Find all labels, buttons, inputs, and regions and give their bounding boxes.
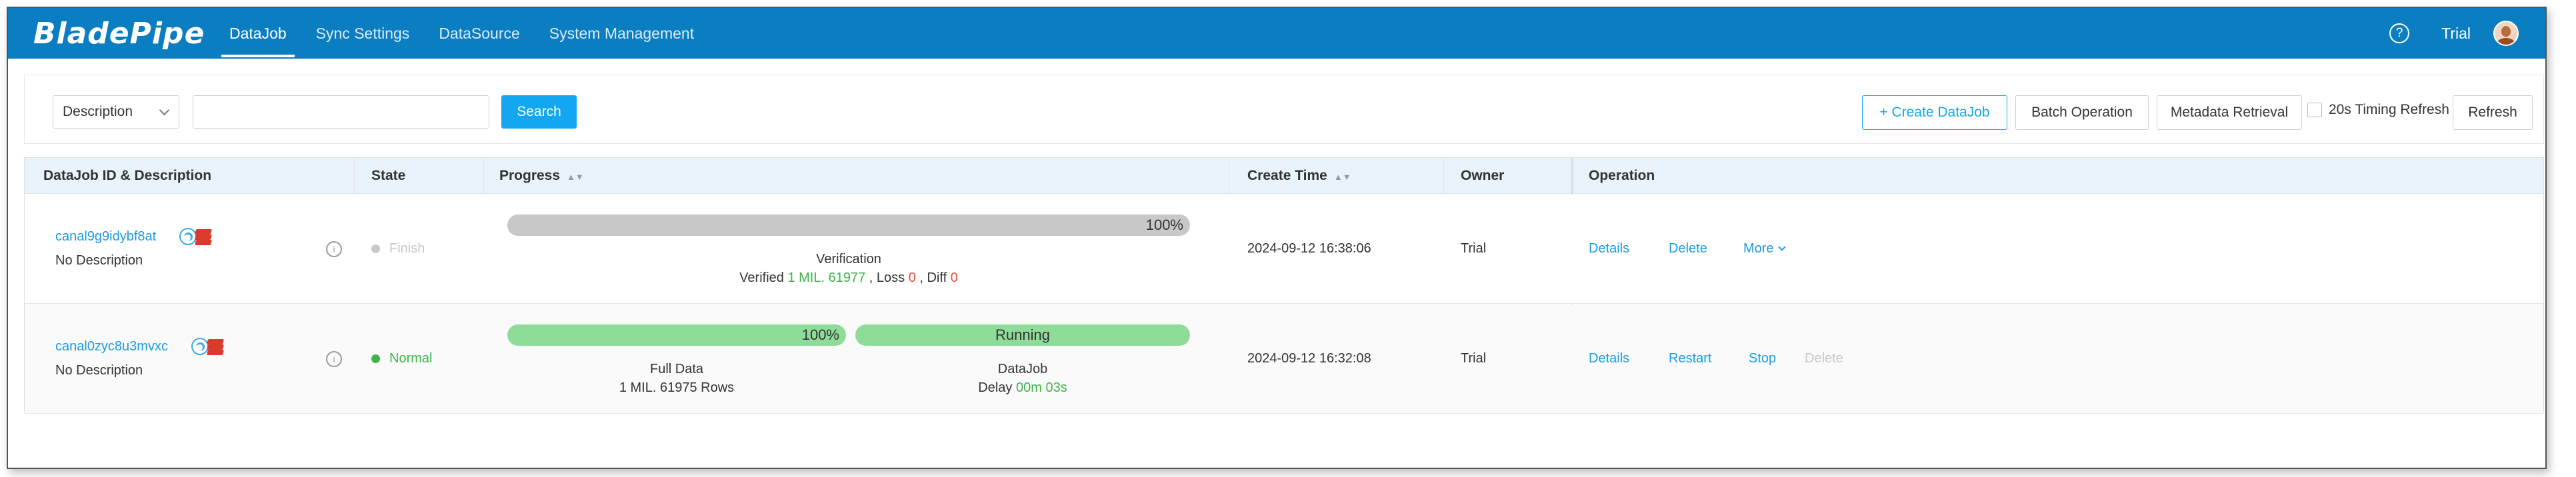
loss-count[interactable]: 0 bbox=[909, 270, 916, 285]
chevron-down-icon bbox=[159, 105, 170, 116]
info-icon[interactable]: i bbox=[326, 351, 342, 367]
datajob-id-link[interactable]: canal9g9idybf8at bbox=[55, 229, 156, 244]
diff-prefix: , Diff bbox=[919, 270, 947, 285]
status-badge: Finish bbox=[371, 241, 425, 256]
stop-link[interactable]: Stop bbox=[1749, 351, 1776, 366]
timing-refresh-label: 20s Timing Refresh bbox=[2329, 102, 2449, 117]
status-text: Normal bbox=[389, 351, 433, 366]
refresh-button[interactable]: Refresh bbox=[2453, 95, 2533, 130]
create-time: 2024-09-12 16:32:08 bbox=[1247, 351, 1371, 366]
status-dot-icon bbox=[371, 354, 380, 363]
header-owner: Owner bbox=[1461, 168, 1505, 183]
app-logo[interactable]: BladePipe bbox=[8, 17, 215, 51]
verification-progress-bar: 100% bbox=[507, 215, 1190, 236]
create-time: 2024-09-12 16:38:06 bbox=[1247, 241, 1371, 256]
header-progress-label: Progress bbox=[499, 168, 561, 183]
table-row: canal9g9idybf8at No Description i Finish… bbox=[25, 195, 2543, 304]
datajob-description: No Description bbox=[55, 363, 143, 378]
datasource-icons bbox=[179, 228, 213, 245]
search-button[interactable]: Search bbox=[501, 95, 577, 129]
delay-info: Delay 00m 03s bbox=[855, 380, 1190, 396]
search-input[interactable] bbox=[193, 95, 489, 129]
incremental-status: Running bbox=[995, 326, 1050, 343]
loss-prefix: , Loss bbox=[869, 270, 905, 285]
help-icon[interactable]: ? bbox=[2389, 23, 2410, 43]
info-icon[interactable]: i bbox=[326, 241, 342, 257]
header-id: DataJob ID & Description bbox=[43, 168, 212, 183]
avatar[interactable] bbox=[2493, 21, 2519, 46]
nav-sync-settings[interactable]: Sync Settings bbox=[301, 8, 425, 59]
chevron-down-icon bbox=[1777, 243, 1786, 251]
filter-toolbar: Description Search + Create DataJob Batc… bbox=[24, 75, 2544, 144]
table-row: canal0zyc8u3mvxc No Description i Normal… bbox=[25, 304, 2543, 414]
datajob-table: DataJob ID & Description State Progress ▲… bbox=[24, 157, 2544, 414]
status-text: Finish bbox=[389, 241, 425, 256]
header-state: State bbox=[371, 168, 406, 183]
full-data-rows: 1 MIL. 61975 Rows bbox=[619, 380, 735, 395]
table-header: DataJob ID & Description State Progress ▲… bbox=[25, 158, 2543, 194]
nav-datajob[interactable]: DataJob bbox=[215, 8, 301, 59]
delay-value: 00m 03s bbox=[1015, 380, 1067, 395]
progress-percent: 100% bbox=[801, 326, 839, 343]
progress-percent: 100% bbox=[1145, 217, 1183, 233]
create-datajob-button[interactable]: + Create DataJob bbox=[1862, 95, 2007, 130]
user-name[interactable]: Trial bbox=[2441, 25, 2471, 43]
sort-icon[interactable]: ▲▼ bbox=[567, 172, 584, 182]
top-navigation-bar: BladePipe DataJob Sync Settings DataSour… bbox=[8, 8, 2545, 59]
delete-link-disabled: Delete bbox=[1805, 351, 1843, 366]
header-create-time[interactable]: Create Time ▲▼ bbox=[1247, 158, 1351, 194]
delay-prefix: Delay bbox=[978, 380, 1013, 395]
verified-prefix: Verified bbox=[739, 270, 784, 285]
full-data-progress-bar: 100% bbox=[507, 324, 846, 346]
metadata-retrieval-button[interactable]: Metadata Retrieval bbox=[2157, 95, 2302, 130]
progress-fill bbox=[507, 324, 846, 346]
timing-refresh-toggle[interactable]: 20s Timing Refresh bbox=[2307, 102, 2449, 118]
verification-summary: Verified 1 MIL. 61977 , Loss 0 , Diff 0 bbox=[507, 270, 1190, 286]
full-data-label: Full Data bbox=[649, 362, 704, 376]
diff-count[interactable]: 0 bbox=[951, 270, 958, 285]
batch-operation-button[interactable]: Batch Operation bbox=[2015, 95, 2149, 130]
main-nav: DataJob Sync Settings DataSource System … bbox=[215, 8, 709, 59]
target-redis-icon bbox=[206, 338, 225, 355]
delete-link[interactable]: Delete bbox=[1669, 241, 1707, 256]
stage-label: Verification bbox=[816, 252, 881, 266]
datajob-id-link[interactable]: canal0zyc8u3mvxc bbox=[55, 339, 168, 354]
filter-select-value: Description bbox=[63, 104, 133, 119]
filter-select[interactable]: Description bbox=[53, 95, 179, 129]
owner: Trial bbox=[1461, 351, 1487, 366]
restart-link[interactable]: Restart bbox=[1669, 351, 1711, 366]
verified-count[interactable]: 1 MIL. 61977 bbox=[787, 270, 865, 285]
details-link[interactable]: Details bbox=[1589, 351, 1629, 366]
more-label: More bbox=[1743, 241, 1774, 256]
timing-refresh-checkbox[interactable] bbox=[2307, 103, 2322, 117]
status-dot-icon bbox=[371, 244, 380, 253]
user-area: ? Trial bbox=[2389, 8, 2519, 59]
more-dropdown[interactable]: More bbox=[1743, 241, 1786, 256]
owner: Trial bbox=[1461, 241, 1487, 256]
incremental-progress-bar: Running bbox=[855, 324, 1190, 346]
details-link[interactable]: Details bbox=[1589, 241, 1629, 256]
datasource-icons bbox=[191, 338, 225, 355]
target-redis-icon bbox=[194, 228, 213, 245]
progress-fill bbox=[507, 215, 1190, 236]
nav-datasource[interactable]: DataSource bbox=[424, 8, 534, 59]
header-operation: Operation bbox=[1589, 168, 1655, 183]
nav-system-management[interactable]: System Management bbox=[535, 8, 709, 59]
header-progress[interactable]: Progress ▲▼ bbox=[499, 158, 584, 194]
status-badge: Normal bbox=[371, 351, 432, 366]
incremental-label: DataJob bbox=[997, 362, 1048, 376]
app-window: BladePipe DataJob Sync Settings DataSour… bbox=[7, 7, 2547, 469]
datajob-description: No Description bbox=[55, 253, 143, 268]
sort-icon[interactable]: ▲▼ bbox=[1334, 172, 1351, 182]
header-create-time-label: Create Time bbox=[1247, 168, 1327, 183]
